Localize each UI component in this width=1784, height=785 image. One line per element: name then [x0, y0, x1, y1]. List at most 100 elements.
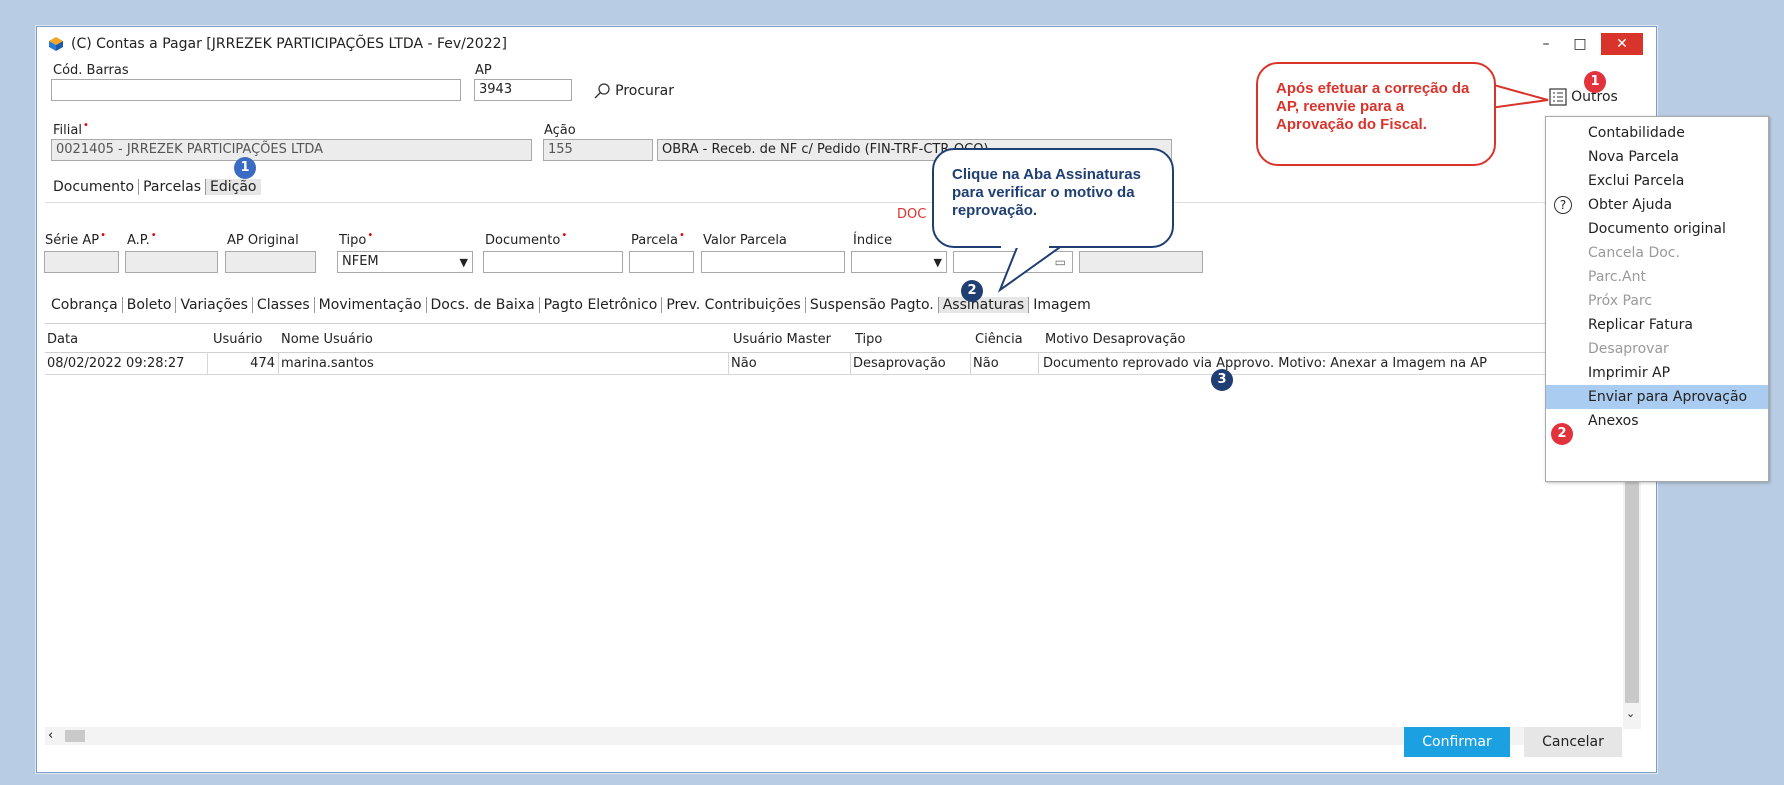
tipo-select[interactable]: NFEM ▼ [337, 251, 473, 273]
doc-status-text: DOC [897, 207, 927, 222]
valor-parcela-input[interactable] [701, 251, 845, 273]
cell-data: 08/02/2022 09:28:27 [47, 356, 185, 371]
minimize-button[interactable]: – [1529, 33, 1563, 55]
chevron-down-icon: ▼ [459, 256, 468, 269]
tab-documento[interactable]: Documento [49, 179, 140, 195]
ap-number-input[interactable] [125, 251, 218, 273]
main-tabs: Documento Parcelas Edição [49, 179, 261, 195]
cell-ciencia: Não [973, 356, 999, 371]
cell-usuario: 474 [250, 356, 275, 371]
cell-divider [207, 352, 208, 374]
col-tipo[interactable]: Tipo [855, 332, 882, 347]
menu-item-exclui-parcela[interactable]: Exclui Parcela [1546, 169, 1768, 193]
tab-classes[interactable]: Classes [252, 297, 315, 313]
window-title: (C) Contas a Pagar [JRREZEK PARTICIPAÇÕE… [71, 36, 507, 52]
col-nome-usuario[interactable]: Nome Usuário [281, 332, 373, 347]
parcela-input[interactable] [629, 251, 694, 273]
cell-usuario-master: Não [731, 356, 757, 371]
outros-button[interactable]: Outros [1549, 88, 1618, 106]
menu-item-enviar-aprovacao[interactable]: Enviar para Aprovação [1546, 385, 1768, 409]
tab-docs-baixa[interactable]: Docs. de Baixa [426, 297, 540, 313]
tab-edicao[interactable]: Edição [206, 179, 261, 195]
maximize-button[interactable]: □ [1563, 33, 1597, 55]
help-icon: ? [1554, 196, 1572, 214]
menu-item-documento-original[interactable]: Documento original [1546, 217, 1768, 241]
title-bar: (C) Contas a Pagar [JRREZEK PARTICIPAÇÕE… [37, 27, 1656, 61]
menu-item-prox-parc[interactable]: Próx Parc [1546, 289, 1768, 313]
documento-label: Documento [485, 233, 567, 248]
tab-pagto-eletronico[interactable]: Pagto Eletrônico [539, 297, 663, 313]
table-row[interactable]: 08/02/2022 09:28:27 474 marina.santos Nã… [45, 352, 1621, 375]
serie-ap-input[interactable] [44, 251, 119, 273]
menu-item-desaprovar[interactable]: Desaprovar [1546, 337, 1768, 361]
callout-tab-cover [1001, 244, 1049, 248]
menu-item-obter-ajuda[interactable]: ? Obter Ajuda [1546, 193, 1768, 217]
cell-motivo: Documento reprovado via Approvo. Motivo:… [1043, 356, 1488, 371]
step-badge-2: 2 [961, 280, 983, 302]
col-usuario-master[interactable]: Usuário Master [733, 332, 831, 347]
confirm-button[interactable]: Confirmar [1404, 727, 1510, 757]
documento-input[interactable] [483, 251, 623, 273]
tab-boleto[interactable]: Boleto [122, 297, 177, 313]
step-badge-enviar: 2 [1551, 423, 1573, 445]
tab-prev-contribuicoes[interactable]: Prev. Contribuições [662, 297, 806, 313]
filial-label: Filial [53, 123, 89, 138]
tab-movimentacao[interactable]: Movimentação [314, 297, 427, 313]
close-button[interactable]: ✕ [1601, 33, 1643, 55]
app-logo-icon [49, 37, 63, 51]
horizontal-scrollbar[interactable]: ‹ › [45, 727, 1621, 745]
tab-variacoes[interactable]: Variações [176, 297, 253, 313]
menu-item-cancela-doc[interactable]: Cancela Doc. [1546, 241, 1768, 265]
col-usuario[interactable]: Usuário [213, 332, 262, 347]
indice-label: Índice [853, 233, 893, 248]
menu-item-parc-ant[interactable]: Parc.Ant [1546, 265, 1768, 289]
tipo-value: NFEM [342, 254, 379, 269]
grid-header: Data Usuário Nome Usuário Usuário Master… [45, 328, 1621, 353]
col-motivo[interactable]: Motivo Desaprovação [1045, 332, 1185, 347]
callout-resend: Após efetuar a correção da AP, reenvie p… [1256, 62, 1496, 166]
cell-divider [1038, 352, 1039, 374]
cod-barras-input[interactable] [51, 79, 461, 101]
menu-item-replicar-fatura[interactable]: Replicar Fatura [1546, 313, 1768, 337]
col-ciencia[interactable]: Ciência [975, 332, 1023, 347]
scroll-down-icon[interactable]: ⌄ [1626, 707, 1635, 720]
cell-tipo: Desaprovação [853, 356, 946, 371]
ap-original-label: AP Original [227, 233, 299, 248]
cell-divider [970, 352, 971, 374]
acao-label: Ação [544, 123, 576, 138]
menu-item-contabilidade[interactable]: Contabilidade [1546, 121, 1768, 145]
step-badge-outros: 1 [1584, 71, 1606, 93]
procurar-label: Procurar [615, 83, 675, 99]
menu-item-imprimir-ap[interactable]: Imprimir AP [1546, 361, 1768, 385]
ap-label: AP [475, 63, 492, 78]
ap-original-input[interactable] [225, 251, 316, 273]
valor-parcela-label: Valor Parcela [703, 233, 787, 248]
scroll-left-icon[interactable]: ‹ [48, 728, 53, 743]
menu-item-anexos[interactable]: Anexos [1546, 409, 1768, 433]
search-icon [594, 83, 610, 99]
tipo-label: Tipo [339, 233, 373, 248]
outros-menu: Contabilidade Nova Parcela Exclui Parcel… [1545, 116, 1769, 482]
procurar-button[interactable]: Procurar [593, 82, 674, 100]
tab-divider [45, 202, 1621, 203]
col-data[interactable]: Data [47, 332, 78, 347]
list-icon [1549, 88, 1567, 106]
filial-input[interactable]: 0021405 - JRREZEK PARTICIPAÇÕES LTDA [51, 139, 532, 161]
ap-number-label: A.P. [127, 233, 157, 248]
menu-item-nova-parcela[interactable]: Nova Parcela [1546, 145, 1768, 169]
tab-parcelas[interactable]: Parcelas [139, 179, 207, 195]
step-badge-3: 3 [1211, 369, 1233, 391]
parcela-label: Parcela [631, 233, 685, 248]
cell-divider [850, 352, 851, 374]
horizontal-scroll-thumb[interactable] [65, 730, 85, 742]
cod-barras-label: Cód. Barras [53, 63, 129, 78]
acao-input[interactable]: 155 [543, 139, 653, 161]
ap-input[interactable]: 3943 [474, 79, 572, 101]
subtab-divider [45, 323, 1621, 324]
tab-suspensao-pagto[interactable]: Suspensão Pagto. [805, 297, 939, 313]
callout-resend-pointer [1490, 82, 1549, 110]
step-badge-1: 1 [234, 157, 256, 179]
cell-divider [728, 352, 729, 374]
tab-cobranca[interactable]: Cobrança [47, 297, 123, 313]
cancel-button[interactable]: Cancelar [1524, 727, 1622, 757]
